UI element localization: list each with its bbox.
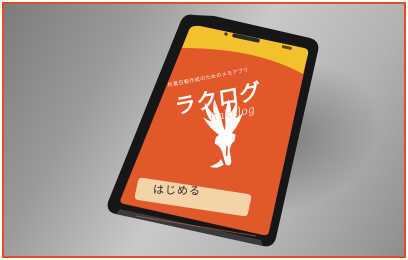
start-button[interactable]: はじめる <box>146 181 209 199</box>
photo-frame: 作業日報作成のためのメモアプリ ラクログ Rakulog はじめる <box>2 2 406 258</box>
camera-icon <box>224 32 228 36</box>
phone-device <box>107 14 319 247</box>
phone-mockup <box>96 8 336 250</box>
